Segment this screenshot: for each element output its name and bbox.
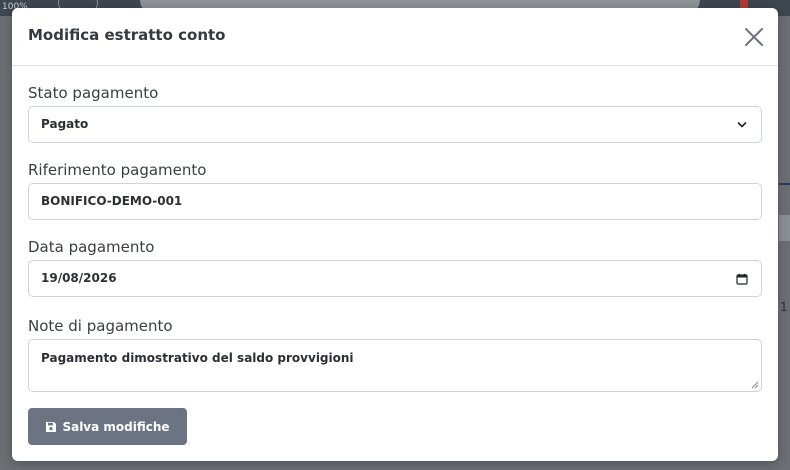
payment-status-label: Stato pagamento: [28, 84, 159, 102]
payment-notes-label: Note di pagamento: [28, 317, 173, 335]
edit-statement-modal: Modifica estratto conto Stato pagamento …: [12, 8, 778, 461]
save-button[interactable]: Salva modifiche: [28, 408, 187, 445]
calendar-icon[interactable]: [736, 273, 748, 285]
close-icon: [745, 28, 763, 46]
background-number: 1: [780, 300, 788, 314]
background-tab: [779, 215, 790, 241]
payment-status-select[interactable]: Pagato: [28, 106, 762, 143]
payment-notes-value: Pagamento dimostrativo del saldo provvig…: [41, 351, 354, 365]
payment-reference-value: BONIFICO-DEMO-001: [41, 194, 183, 208]
payment-notes-textarea[interactable]: Pagamento dimostrativo del saldo provvig…: [28, 339, 762, 392]
payment-reference-input[interactable]: BONIFICO-DEMO-001: [28, 183, 762, 220]
payment-date-label: Data pagamento: [28, 238, 155, 256]
chevron-down-icon: [737, 122, 747, 128]
floppy-disk-icon: [46, 421, 57, 432]
payment-date-input[interactable]: 19/08/2026: [28, 260, 762, 297]
payment-reference-label: Riferimento pagamento: [28, 161, 207, 179]
resize-handle-icon[interactable]: [751, 381, 759, 389]
modal-header: Modifica estratto conto: [12, 8, 778, 66]
payment-date-value: 19/08/2026: [41, 271, 117, 285]
modal-title: Modifica estratto conto: [28, 26, 226, 44]
background-divider: [779, 183, 790, 185]
save-button-label: Salva modifiche: [62, 419, 170, 434]
payment-status-value: Pagato: [41, 117, 89, 131]
close-button[interactable]: [742, 25, 766, 49]
